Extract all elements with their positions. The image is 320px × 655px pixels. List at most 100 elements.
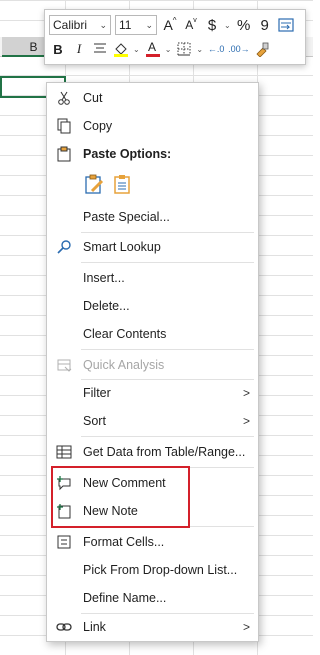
menu-item-label: New Note: [83, 504, 138, 518]
new-comment-icon: [55, 474, 73, 492]
align-center-icon: [94, 43, 106, 53]
mini-toolbar-row-2: B I ⌄ A ⌄ ⌄ ←.0 .00→: [49, 38, 274, 60]
font-size-dropdown[interactable]: 11 ⌄: [115, 15, 157, 35]
menu-item-label: Get Data from Table/Range...: [83, 445, 246, 459]
percent-icon: %: [237, 16, 251, 34]
menu-item-label: Copy: [83, 119, 113, 133]
paste-brush-icon: [85, 174, 104, 194]
menu-item-smart-lookup[interactable]: Smart Lookup: [47, 233, 258, 261]
menu-item-label: Link: [83, 620, 106, 634]
menu-item-delete[interactable]: Delete...: [47, 292, 258, 320]
menu-item-cut[interactable]: Cut: [47, 84, 258, 112]
format-cells-icon: [55, 533, 73, 551]
menu-item-link[interactable]: Link >: [47, 613, 258, 641]
chevron-right-icon: >: [242, 414, 250, 428]
menu-item-label: Smart Lookup: [83, 240, 161, 254]
paste-button[interactable]: [83, 172, 105, 196]
paste-options-group: [83, 172, 133, 196]
borders-button[interactable]: [175, 39, 193, 59]
chevron-right-icon: >: [242, 620, 250, 634]
quick-analysis-icon: [55, 356, 73, 374]
decrease-font-icon: A: [185, 18, 194, 32]
menu-item-label: Paste Options:: [83, 147, 172, 161]
decrease-font-size-button[interactable]: Av: [182, 15, 200, 35]
font-name-dropdown[interactable]: Calibri ⌄: [49, 15, 111, 35]
comma-icon: 9: [260, 16, 269, 34]
menu-item-quick-analysis: Quick Analysis: [47, 351, 258, 379]
increase-decimal-icon: ←.0: [207, 44, 225, 54]
percent-style-button[interactable]: %: [235, 15, 253, 35]
menu-item-label: Pick From Drop-down List...: [83, 563, 238, 577]
menu-item-label: Sort: [83, 414, 106, 428]
chevron-down-icon[interactable]: ⌄: [165, 45, 172, 54]
clipboard-icon: [114, 175, 130, 194]
font-size-value: 11: [119, 18, 132, 32]
menu-item-paste-options: Paste Options:: [47, 140, 258, 168]
menu-item-new-note[interactable]: New Note: [47, 497, 258, 525]
comma-style-button[interactable]: 9: [256, 15, 274, 35]
currency-icon: $: [207, 16, 217, 34]
font-color-icon: A: [145, 40, 160, 57]
context-menu: Cut Copy Paste Options: Paste Special...…: [46, 82, 259, 642]
chevron-down-icon[interactable]: ⌄: [224, 21, 231, 30]
menu-item-label: Cut: [83, 91, 103, 105]
bold-button[interactable]: B: [49, 39, 67, 59]
italic-button[interactable]: I: [70, 39, 88, 59]
menu-item-new-comment[interactable]: New Comment: [47, 469, 258, 497]
currency-format-button[interactable]: $: [203, 15, 221, 35]
paint-bucket-icon: [114, 43, 128, 57]
search-icon: [55, 238, 73, 256]
menu-item-define-name[interactable]: Define Name...: [47, 584, 258, 612]
menu-item-clear-contents[interactable]: Clear Contents: [47, 320, 258, 348]
font-name-value: Calibri: [53, 18, 88, 32]
italic-icon: I: [76, 41, 82, 56]
menu-item-insert[interactable]: Insert...: [47, 264, 258, 292]
mini-toolbar-row-1: Calibri ⌄ 11 ⌄ A ^ Av $ ⌄ % 9: [49, 14, 298, 36]
link-icon: [55, 618, 73, 636]
increase-font-icon: A: [163, 17, 173, 33]
chevron-down-icon: ⌄: [145, 19, 153, 30]
bold-icon: B: [53, 41, 63, 57]
menu-item-label: New Comment: [83, 476, 166, 490]
menu-item-label: Define Name...: [83, 591, 167, 605]
menu-separator: [81, 349, 254, 350]
menu-separator: [81, 467, 254, 468]
menu-item-copy[interactable]: Copy: [47, 112, 258, 140]
chevron-down-icon: ⌄: [99, 19, 107, 30]
menu-item-sort[interactable]: Sort >: [47, 407, 258, 435]
decrease-decimal-icon: .00→: [228, 44, 250, 54]
table-icon: [55, 443, 73, 461]
increase-font-size-button[interactable]: A ^: [161, 15, 179, 35]
menu-item-label: Filter: [83, 386, 111, 400]
menu-separator: [81, 436, 254, 437]
mini-toolbar: Calibri ⌄ 11 ⌄ A ^ Av $ ⌄ % 9 B I ⌄ A ⌄ …: [44, 9, 306, 65]
menu-item-pick-from-list[interactable]: Pick From Drop-down List...: [47, 556, 258, 584]
fill-color-button[interactable]: [112, 39, 130, 59]
borders-icon: [177, 42, 191, 56]
chevron-right-icon: >: [242, 386, 250, 400]
format-painter-button[interactable]: [253, 39, 271, 59]
menu-item-label: Format Cells...: [83, 535, 165, 549]
increase-decimal-button[interactable]: ←.0: [207, 39, 225, 59]
menu-item-label: Insert...: [83, 271, 125, 285]
menu-separator: [81, 262, 254, 263]
menu-item-format-cells[interactable]: Format Cells...: [47, 528, 258, 556]
menu-item-label: Delete...: [83, 299, 130, 313]
font-color-button[interactable]: A: [144, 39, 162, 59]
center-align-button[interactable]: [91, 39, 109, 59]
menu-item-paste-special[interactable]: Paste Special...: [47, 203, 258, 231]
menu-item-filter[interactable]: Filter >: [47, 379, 258, 407]
scissors-icon: [55, 89, 73, 107]
menu-item-get-data[interactable]: Get Data from Table/Range...: [47, 438, 258, 466]
clipboard-icon: [55, 145, 73, 163]
decrease-decimal-button[interactable]: .00→: [228, 39, 250, 59]
chevron-down-icon[interactable]: ⌄: [196, 45, 203, 54]
copy-icon: [55, 117, 73, 135]
chevron-down-icon[interactable]: ⌄: [133, 45, 140, 54]
paste-values-button[interactable]: [111, 172, 133, 196]
wrap-text-icon: [278, 18, 294, 32]
menu-item-label: Paste Special...: [83, 210, 170, 224]
menu-item-label: Clear Contents: [83, 327, 167, 341]
wrap-text-button[interactable]: [277, 15, 295, 35]
svg-text:A: A: [148, 40, 156, 54]
